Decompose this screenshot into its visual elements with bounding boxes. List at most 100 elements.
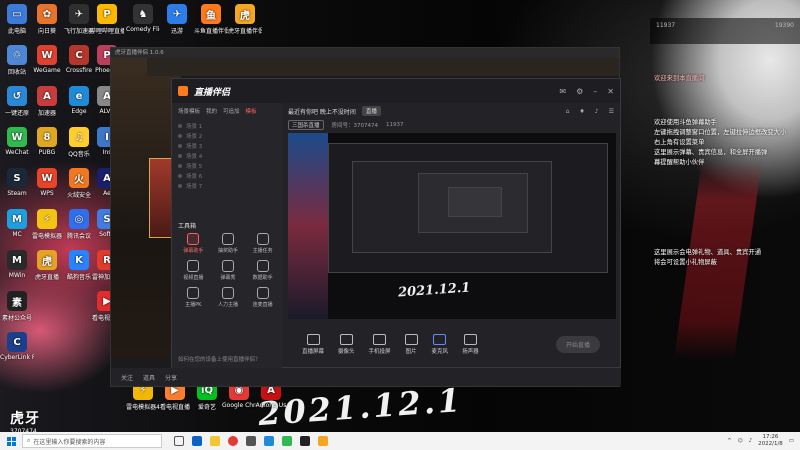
app-icon: M [7,209,27,229]
tool-button[interactable]: 连麦直播 [245,287,280,308]
bottom-bar-item[interactable]: 分享 [165,373,177,382]
scene-tab[interactable]: 场景模板 [178,107,200,115]
source-button[interactable]: 直播屏幕 [302,333,324,355]
scene-item[interactable]: 场景 6 [178,171,276,181]
eye-icon[interactable] [178,134,182,138]
store-icon[interactable] [246,436,256,446]
app-icon: A [37,86,57,106]
gift-icon[interactable]: ♦ [579,108,584,115]
ie-icon[interactable] [192,436,202,446]
minimize-icon[interactable]: – [593,87,597,96]
desktop-icon[interactable]: W WPS [30,168,64,197]
scene-item[interactable]: 场景 5 [178,161,276,171]
eye-icon[interactable] [178,184,182,188]
scene-item[interactable]: 场景 4 [178,151,276,161]
toolbox-grid: 弹幕助手 抽奖助手 主播任务视频直播 弹幕秀 数据助手主播PK 人力主播 连麦直播 [176,233,280,308]
scene-tab[interactable]: 我的 [206,107,217,115]
network-icon[interactable]: ⌬ [738,438,743,444]
tray-arrow-icon[interactable]: ^ [727,438,732,444]
desktop-icon[interactable]: 鱼斗鱼直播伴侣 [194,4,228,35]
desktop-icon[interactable]: W WeChat [0,127,34,156]
wechat-icon[interactable] [282,436,292,446]
desktop-icon[interactable]: A 加速器 [30,86,64,117]
window-titlebar[interactable]: 虎牙直播伴侣 1.0.6 [111,48,619,58]
bottom-bar-item[interactable]: 关注 [121,373,133,382]
live-preview[interactable]: 2021.12.1 [288,133,616,319]
scene-tab[interactable]: 可追加 [223,107,240,115]
home-icon[interactable]: ⌂ [566,108,570,115]
eye-icon[interactable] [178,144,182,148]
tool-button[interactable]: 弹幕助手 [176,233,211,254]
clock[interactable]: 17:26 2022/1/8 [758,434,783,448]
chrome-icon[interactable] [228,436,238,446]
eye-icon[interactable] [178,124,182,128]
room-tag[interactable]: 直播 [361,106,381,116]
source-button[interactable]: 手机投屏 [369,333,391,355]
tool-button[interactable]: 视频直播 [176,260,211,281]
danmaku-message: 左键拖拽调整窗口位置，左键拉伸边框改变大小 [654,129,787,136]
desktop-icon[interactable]: P 哔哩哔哩直播 [90,4,124,35]
danmaku-message: 幕提醒帮助小伙伴 [654,159,705,166]
tool-button[interactable]: 弹幕秀 [211,260,246,281]
tool-button[interactable]: 数据助手 [245,260,280,281]
eye-icon[interactable] [178,174,182,178]
scene-item[interactable]: 场景 1 [178,121,276,131]
edge-icon[interactable] [264,436,274,446]
source-button[interactable]: 扬声器 [462,333,479,355]
desktop-icon[interactable]: ♞ Comedy Flight [126,4,160,33]
scene-item[interactable]: 场景 3 [178,141,276,151]
source-button[interactable]: 摄像头 [338,333,355,355]
desktop-icon[interactable]: W WeGame [30,45,64,74]
desktop-icon[interactable]: M MWin [0,250,34,279]
source-button[interactable]: 麦克风 [432,333,448,355]
desktop-icon[interactable]: 虎虎牙直播 [30,250,64,281]
scene-item[interactable]: 场景 7 [178,181,276,191]
explorer-icon[interactable] [210,436,220,446]
room-title[interactable]: 最近有你吧 晚上不没时间 [288,107,356,116]
notification-icon[interactable]: ▭ [789,438,794,444]
live-assistant-window[interactable]: 虎牙直播伴侣 1.0.6 直播伴侣 ✉ ⚙ – ✕ 场景模板 我的 可追加 模板 场景… [110,47,621,387]
tool-button[interactable]: 抽奖助手 [211,233,246,254]
start-live-button[interactable]: 开始直播 [555,335,600,353]
desktop-icon[interactable]: S Steam [0,168,34,197]
taskbar-search[interactable]: ⌕ 在这里输入你要搜索的内容 [22,434,162,448]
close-icon[interactable]: ✕ [607,87,614,96]
desktop-icon[interactable]: ✿ 向日葵 [30,4,64,35]
eye-icon[interactable] [178,154,182,158]
source-label: 图片 [405,348,417,355]
desktop-icon[interactable]: C CyberLink PowerDirector [0,332,34,361]
desktop-icon[interactable]: 虎虎牙直播伴侣 [228,4,262,35]
desktop-icon[interactable]: ✈ 迅游 [160,4,194,35]
huya-assistant-icon[interactable] [318,436,328,446]
tool-button[interactable]: 主播PK [176,287,211,308]
scene-tab[interactable]: 模板 [246,107,257,115]
desktop-icon[interactable]: M MC [0,209,34,238]
source-icon [373,333,387,345]
bottom-bar-item[interactable]: 道具 [143,373,155,382]
desktop-icon[interactable]: 8 PUBG [30,127,64,156]
source-button[interactable]: 图片 [404,333,418,355]
scene-item[interactable]: 场景 2 [178,131,276,141]
desktop-icon[interactable]: ⚡ 雷电模拟器 [30,209,64,240]
fans-count: 19390 [774,22,794,29]
more-icon[interactable]: ☰ [609,108,614,115]
tool-button[interactable]: 主播任务 [245,233,280,254]
settings-icon[interactable]: ⚙ [576,87,583,96]
help-link[interactable]: 如何在您的设备上使用直播伴侣？ [178,355,261,363]
tool-button[interactable]: 人力主播 [211,287,246,308]
tool-label: 数据助手 [252,275,273,281]
eye-icon[interactable] [178,164,182,168]
bell-icon[interactable]: ♪ [595,108,599,115]
desktop-icon[interactable]: ↺ 一键还原 [0,86,34,117]
desktop-icon[interactable]: ♲ 回收站 [0,45,34,76]
message-icon[interactable]: ✉ [559,87,566,96]
assistant-panel: 直播伴侣 ✉ ⚙ – ✕ 场景模板 我的 可追加 模板 场景 1 场景 2 场景 3 场景 … [171,78,621,369]
app-icon: P [97,4,117,24]
start-button[interactable] [0,432,22,450]
volume-icon[interactable]: ♪ [749,438,753,444]
obs-icon[interactable] [300,436,310,446]
category-button[interactable]: 三国杀直播 [288,120,324,130]
desktop-icon[interactable]: ▭ 此电脑 [0,4,34,35]
task-view-icon[interactable] [174,436,184,446]
desktop-icon[interactable]: 素素材公众号 [0,291,34,322]
